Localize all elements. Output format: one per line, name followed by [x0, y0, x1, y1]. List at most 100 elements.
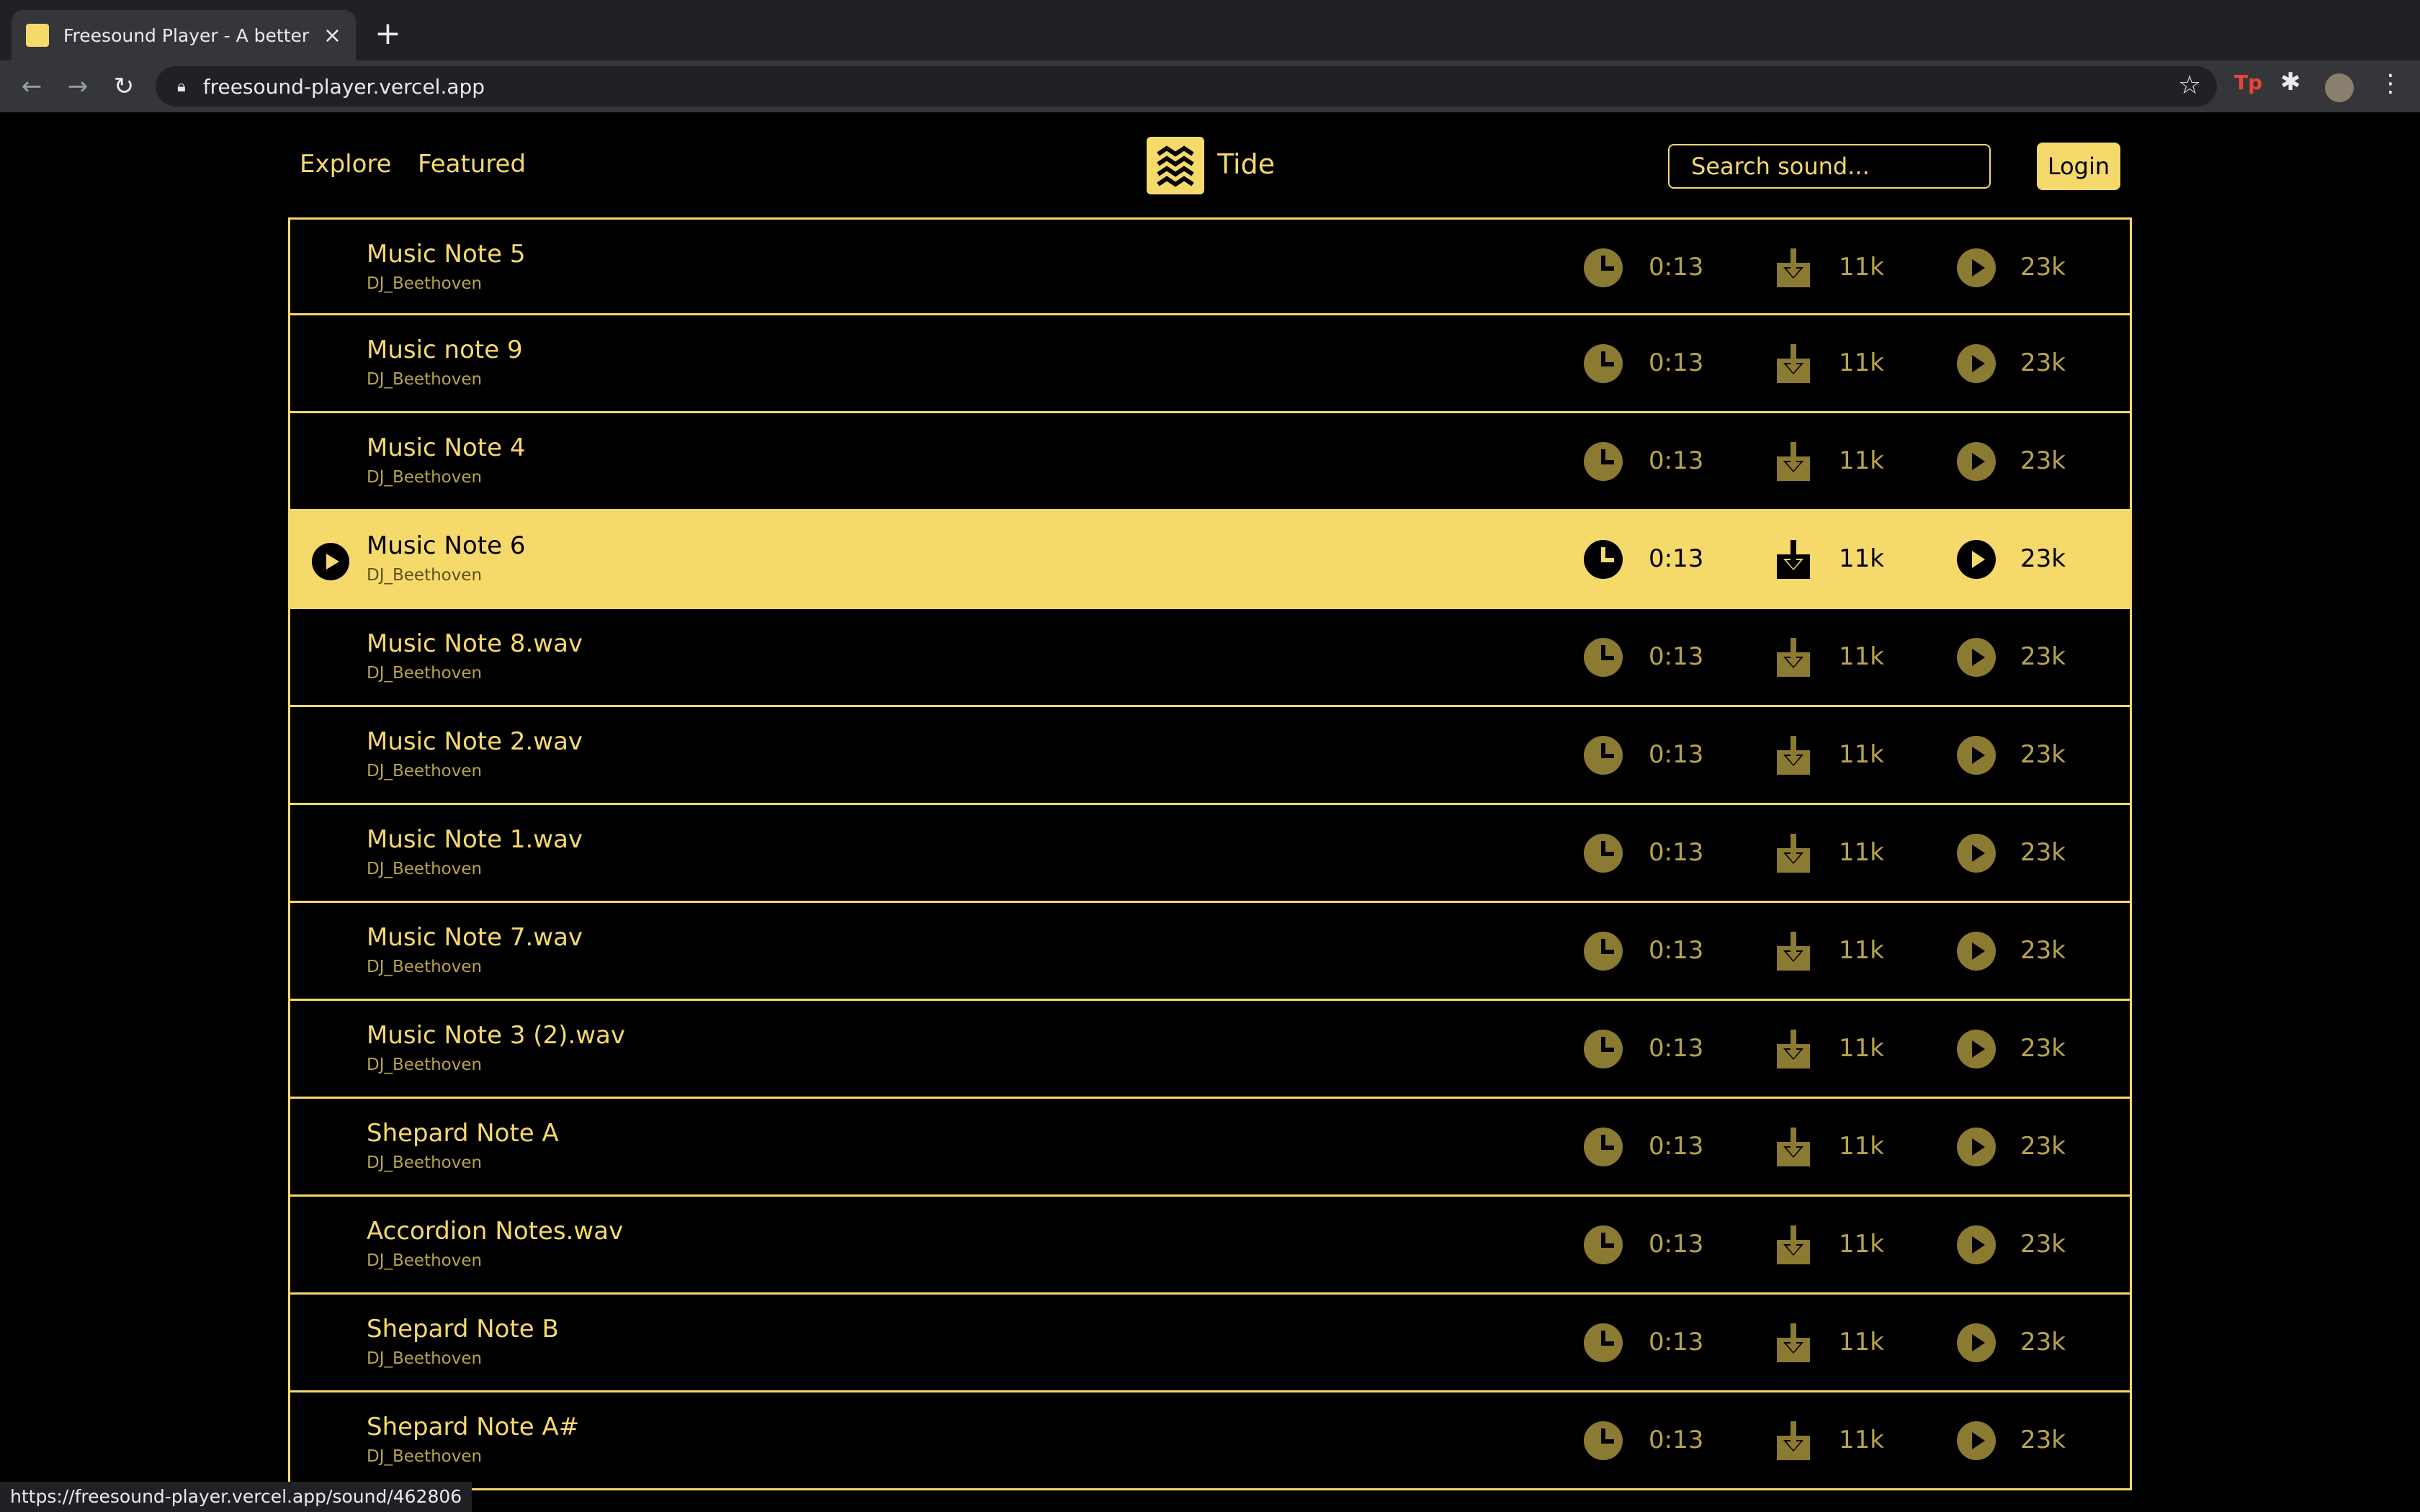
sound-author[interactable]: DJ_Beethoven	[367, 468, 482, 487]
sound-author[interactable]: DJ_Beethoven	[367, 1447, 482, 1466]
sound-row[interactable]: Music Note 8.wav DJ_Beethoven 0:13 11k 2…	[288, 609, 2132, 707]
wave-logo-icon	[1157, 145, 1194, 187]
sound-author[interactable]: DJ_Beethoven	[367, 958, 482, 976]
clock-icon	[1584, 834, 1623, 873]
sound-row[interactable]: Music Note 6 DJ_Beethoven 0:13 11k 23k	[288, 511, 2132, 609]
sound-name[interactable]: Shepard Note A#	[367, 1413, 579, 1441]
sound-plays: 23k	[2020, 740, 2066, 769]
sound-duration: 0:13	[1649, 740, 1704, 769]
search-input[interactable]	[1668, 144, 1991, 189]
sound-row[interactable]: Music Note 1.wav DJ_Beethoven 0:13 11k 2…	[288, 805, 2132, 903]
plays-icon	[1957, 1421, 1996, 1460]
login-button[interactable]: Login	[2037, 143, 2120, 190]
sound-row[interactable]: Shepard Note B DJ_Beethoven 0:13 11k 23k	[288, 1295, 2132, 1392]
sound-duration: 0:13	[1649, 642, 1704, 671]
browser-menu-icon[interactable]: ⋮	[2378, 69, 2403, 98]
status-bar: https://freesound-player.vercel.app/soun…	[0, 1482, 472, 1512]
plays-icon	[1957, 1128, 1996, 1166]
sound-plays: 23k	[2020, 936, 2066, 965]
sound-row[interactable]: Music Note 4 DJ_Beethoven 0:13 11k 23k	[288, 413, 2132, 511]
download-icon	[1777, 1030, 1810, 1068]
clock-icon	[1584, 638, 1623, 677]
sound-duration: 0:13	[1649, 1034, 1704, 1063]
clock-icon	[1584, 344, 1623, 383]
sound-author[interactable]: DJ_Beethoven	[367, 1153, 482, 1172]
clock-icon	[1584, 540, 1623, 579]
sound-name[interactable]: Music Note 1.wav	[367, 825, 583, 854]
sound-name[interactable]: Music Note 2.wav	[367, 727, 583, 756]
sound-name[interactable]: Music note 9	[367, 336, 523, 364]
sound-name[interactable]: Music Note 6	[367, 531, 525, 560]
plays-icon	[1957, 1225, 1996, 1264]
sound-downloads: 11k	[1839, 838, 1884, 867]
download-icon	[1777, 1421, 1810, 1460]
sound-row[interactable]: Music Note 2.wav DJ_Beethoven 0:13 11k 2…	[288, 707, 2132, 805]
clock-icon	[1584, 932, 1623, 971]
sound-author[interactable]: DJ_Beethoven	[367, 664, 482, 683]
sound-author[interactable]: DJ_Beethoven	[367, 1349, 482, 1368]
plays-icon	[1957, 1323, 1996, 1362]
forward-arrow-icon[interactable]: →	[60, 69, 95, 104]
sound-author[interactable]: DJ_Beethoven	[367, 566, 482, 585]
sound-author[interactable]: DJ_Beethoven	[367, 1056, 482, 1074]
plays-icon	[1957, 932, 1996, 971]
sound-plays: 23k	[2020, 446, 2066, 475]
sound-row[interactable]: Music Note 7.wav DJ_Beethoven 0:13 11k 2…	[288, 903, 2132, 1001]
sound-list: Music Note 5 DJ_Beethoven 0:13 11k 23k M…	[288, 217, 2132, 1512]
address-bar[interactable]: 🔒︎ freesound-player.vercel.app	[156, 66, 2217, 107]
sound-downloads: 11k	[1839, 936, 1884, 965]
sound-downloads: 11k	[1839, 253, 1884, 282]
sound-row[interactable]: Accordion Notes.wav DJ_Beethoven 0:13 11…	[288, 1197, 2132, 1295]
sound-name[interactable]: Music Note 3 (2).wav	[367, 1021, 625, 1050]
new-tab-button[interactable]: +	[375, 16, 401, 52]
sound-author[interactable]: DJ_Beethoven	[367, 1251, 482, 1270]
sound-row[interactable]: Music note 9 DJ_Beethoven 0:13 11k 23k	[288, 315, 2132, 413]
sound-downloads: 11k	[1839, 1230, 1884, 1259]
sound-author[interactable]: DJ_Beethoven	[367, 274, 482, 293]
close-tab-icon[interactable]: ×	[323, 23, 341, 48]
sound-name[interactable]: Music Note 8.wav	[367, 629, 583, 658]
sound-duration: 0:13	[1649, 348, 1704, 377]
extensions-puzzle-icon[interactable]: ✱	[2280, 68, 2301, 96]
sound-name[interactable]: Music Note 5	[367, 240, 525, 269]
download-icon	[1777, 736, 1810, 775]
sound-plays: 23k	[2020, 348, 2066, 377]
download-icon	[1777, 248, 1810, 287]
download-icon	[1777, 638, 1810, 677]
plays-icon	[1957, 442, 1996, 481]
profile-avatar[interactable]	[2325, 73, 2354, 102]
clock-icon	[1584, 1421, 1623, 1460]
sound-plays: 23k	[2020, 1132, 2066, 1161]
sound-author[interactable]: DJ_Beethoven	[367, 860, 482, 878]
tide-logo[interactable]	[1147, 137, 1204, 194]
browser-tab[interactable]: Freesound Player - A better Fre ×	[12, 10, 356, 60]
sound-author[interactable]: DJ_Beethoven	[367, 762, 482, 780]
nav-featured[interactable]: Featured	[418, 150, 526, 179]
download-icon	[1777, 442, 1810, 481]
clock-icon	[1584, 1323, 1623, 1362]
sound-row[interactable]: Music Note 5 DJ_Beethoven 0:13 11k 23k	[288, 217, 2132, 315]
back-arrow-icon[interactable]: ←	[14, 69, 49, 104]
sound-row[interactable]: Shepard Note A# DJ_Beethoven 0:13 11k 23…	[288, 1392, 2132, 1490]
tide-favicon-icon	[26, 24, 49, 47]
sound-name[interactable]: Shepard Note A	[367, 1119, 559, 1148]
nav-explore[interactable]: Explore	[300, 150, 392, 179]
sound-downloads: 11k	[1839, 1132, 1884, 1161]
extension-tp-icon[interactable]: Tp	[2234, 71, 2262, 94]
lock-icon: 🔒︎	[177, 77, 186, 96]
sound-name[interactable]: Music Note 7.wav	[367, 923, 583, 952]
sound-plays: 23k	[2020, 1328, 2066, 1356]
row-play-icon[interactable]	[312, 543, 349, 580]
download-icon	[1777, 1128, 1810, 1166]
sound-name[interactable]: Shepard Note B	[367, 1315, 559, 1344]
sound-author[interactable]: DJ_Beethoven	[367, 370, 482, 389]
sound-row[interactable]: Music Note 3 (2).wav DJ_Beethoven 0:13 1…	[288, 1001, 2132, 1099]
plays-icon	[1957, 540, 1996, 579]
sound-downloads: 11k	[1839, 740, 1884, 769]
reload-icon[interactable]: ↻	[107, 69, 141, 104]
clock-icon	[1584, 248, 1623, 287]
sound-name[interactable]: Accordion Notes.wav	[367, 1217, 623, 1246]
bookmark-star-icon[interactable]: ☆	[2178, 71, 2201, 100]
sound-row[interactable]: Shepard Note A DJ_Beethoven 0:13 11k 23k	[288, 1099, 2132, 1197]
sound-name[interactable]: Music Note 4	[367, 433, 525, 462]
